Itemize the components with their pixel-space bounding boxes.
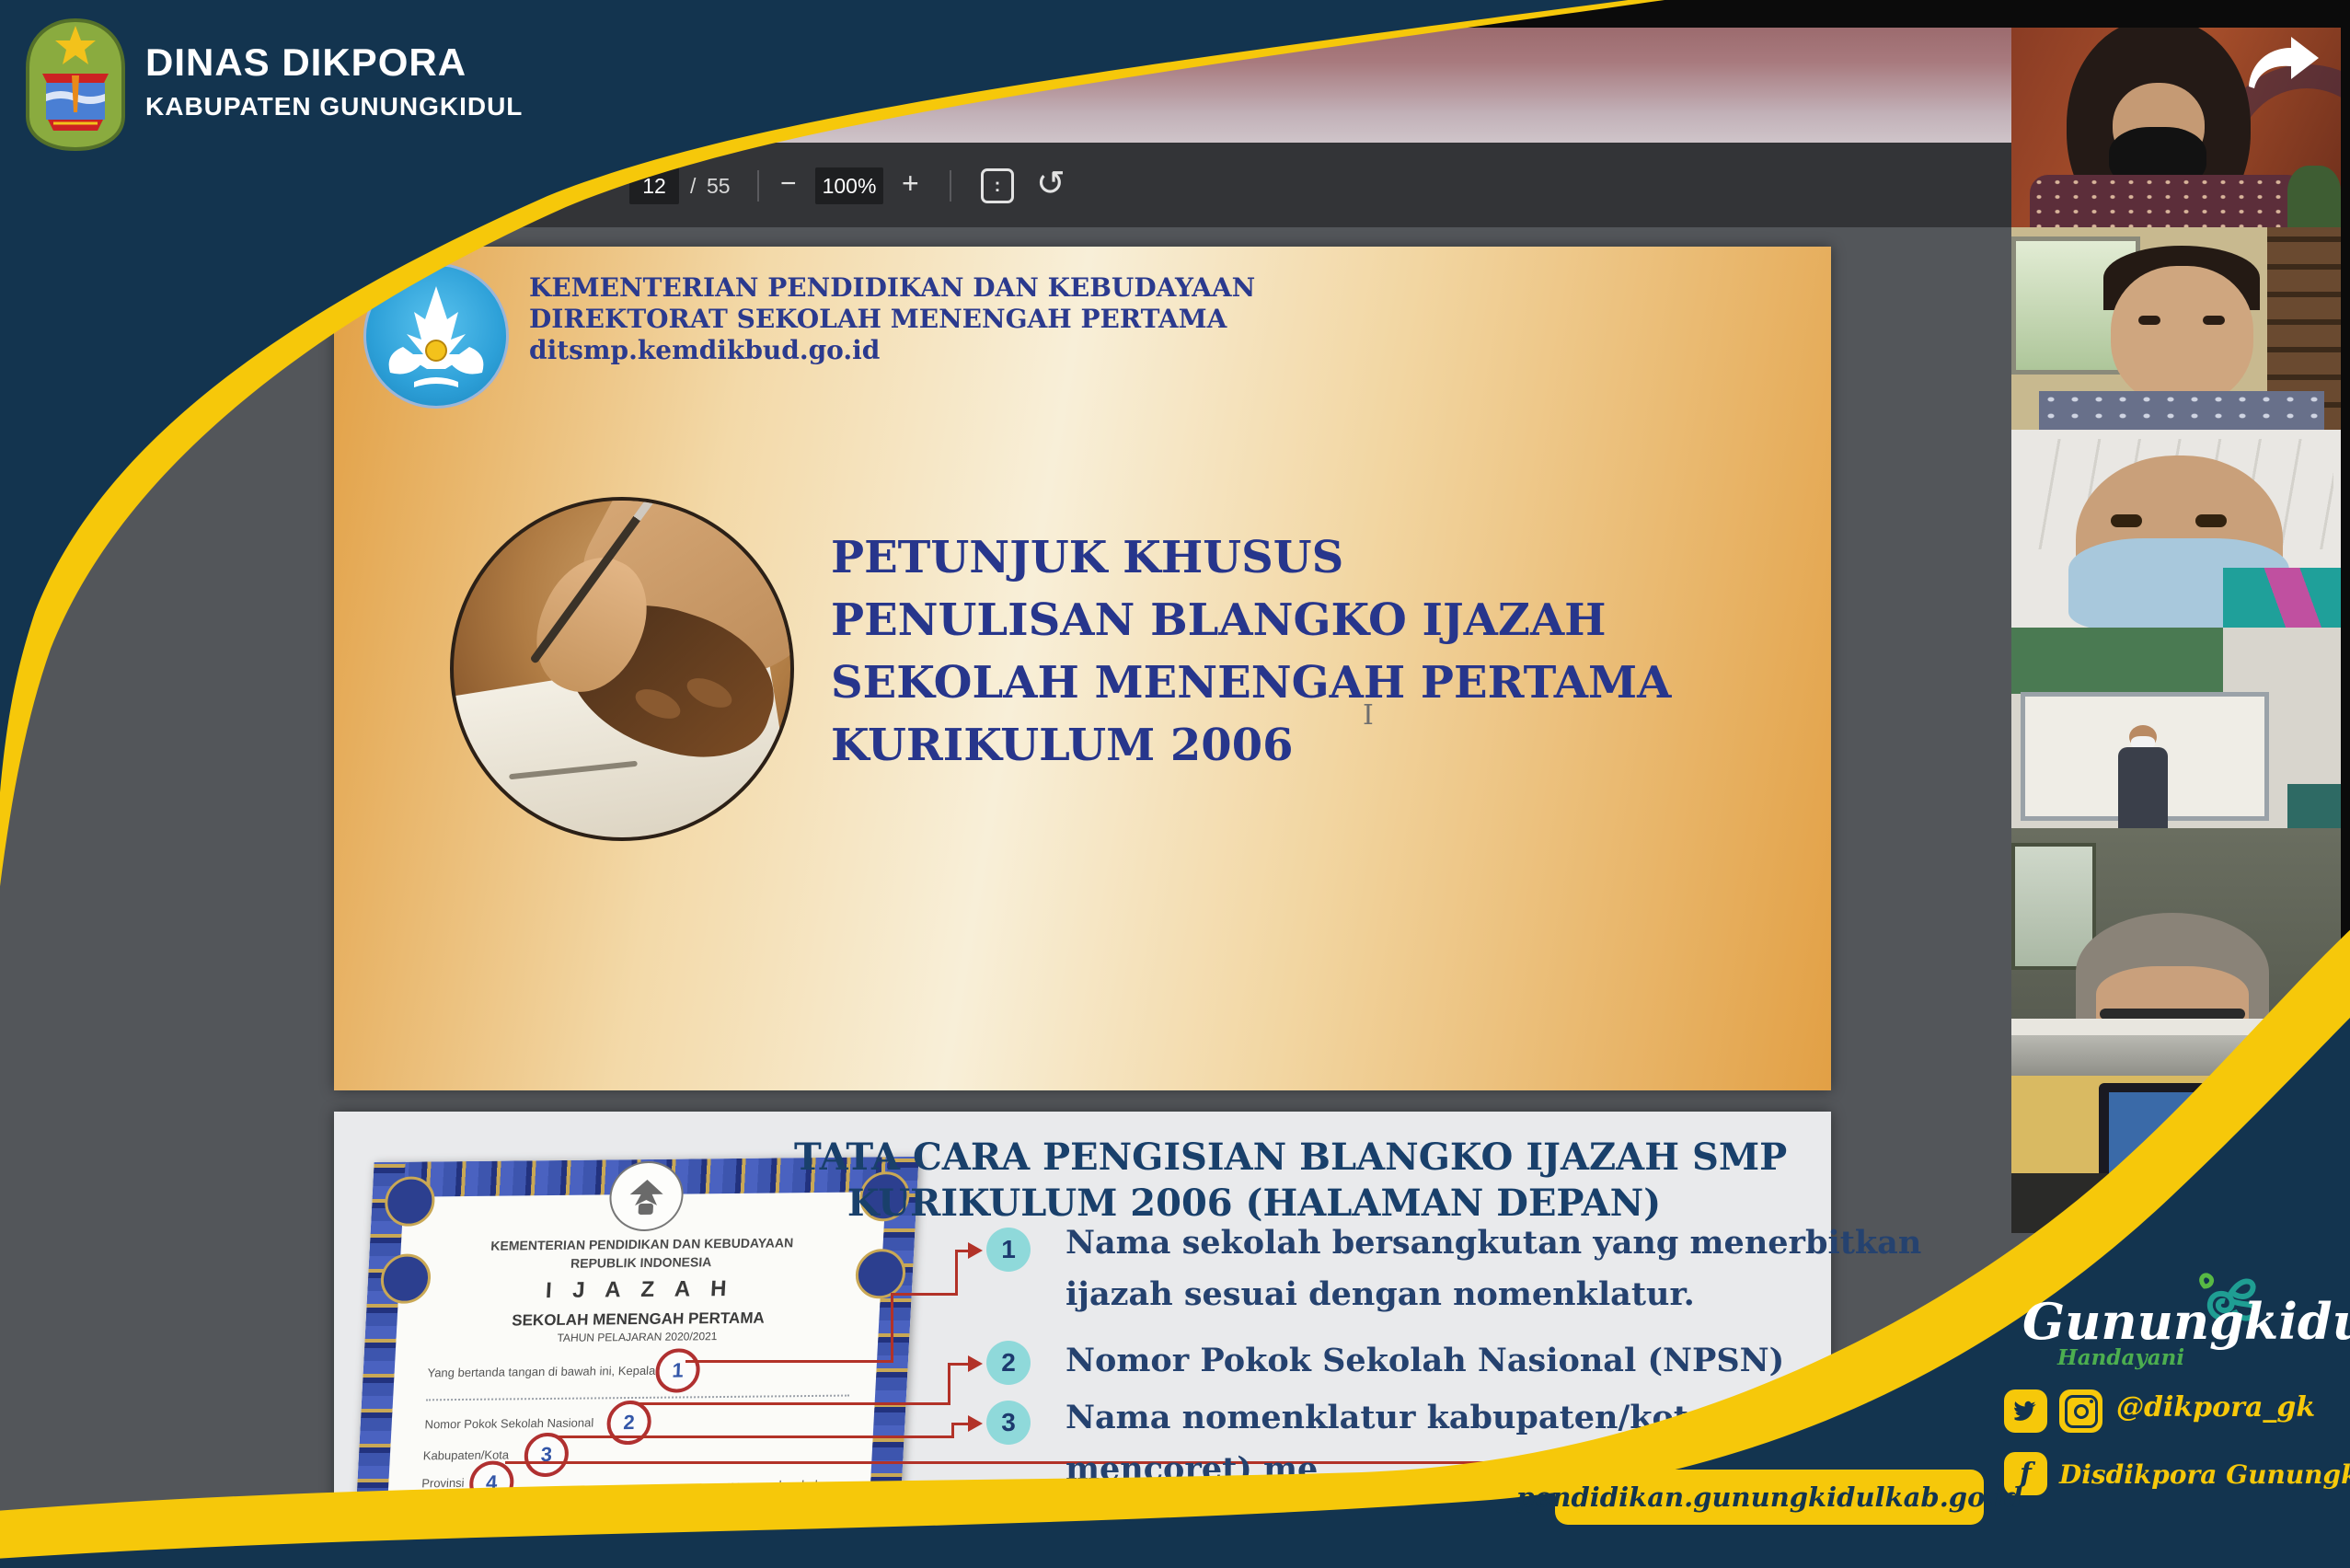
agency-region: KABUPATEN GUNUNGKIDUL — [145, 92, 523, 121]
certificate-callout-4: 4 — [468, 1460, 515, 1505]
connector-arrow-2 — [968, 1355, 983, 1372]
participant-video-1[interactable] — [2011, 28, 2341, 227]
gunungkidul-crest-icon — [20, 17, 131, 153]
guide-title-line1: TATA CARA PENGISIAN BLANGKO IJAZAH SMP — [794, 1136, 1714, 1179]
guide-title-line2: KURIKULUM 2006 (HALAMAN DEPAN) — [794, 1182, 1714, 1225]
certificate-field4-label: Provinsi — [421, 1476, 465, 1490]
hand-writing-photo — [450, 497, 794, 841]
guide-item-1-text: Nama sekolah bersangkutan yang menerbitk… — [1066, 1224, 1921, 1262]
guide-item-2-badge: 2 — [986, 1341, 1031, 1385]
participant-body — [2118, 747, 2168, 828]
connector-arrow-3 — [968, 1415, 983, 1432]
connector-line-3 — [951, 1423, 968, 1425]
instagram-icon — [2059, 1389, 2102, 1433]
pdf-toolbar: 12 / 55 − 100% + : ↺ — [0, 143, 2011, 227]
participant-silhouette — [2168, 1124, 2216, 1188]
guide-item-3-text: Nama nomenklatur kabupaten/kota*) ( — [1066, 1399, 1768, 1436]
social-handle: @dikpora_gk — [2116, 1391, 2315, 1424]
connector-line-1 — [685, 1360, 893, 1363]
connector-line-2 — [948, 1363, 968, 1366]
website-url: pendidikan.gunungkidulkab.go.id — [1516, 1482, 2023, 1513]
zoom-in-button[interactable]: + — [902, 167, 919, 201]
slide-title-line3: SEKOLAH MENENGAH PERTAMA — [831, 657, 1671, 709]
connector-line-1 — [891, 1293, 893, 1363]
participant-video-4[interactable] — [2011, 628, 2341, 828]
background-greenboard — [2011, 628, 2223, 694]
background-fabric — [2287, 784, 2341, 828]
background-whiteboard-edge — [2011, 1019, 2341, 1035]
connector-line-1 — [891, 1293, 957, 1296]
video-letterbox-bar — [0, 0, 2350, 28]
connector-line-2 — [638, 1402, 948, 1405]
background-ceiling — [2011, 1035, 2341, 1076]
video-edge-bar — [2341, 0, 2350, 1178]
brand-name: Gunungkidul — [2022, 1292, 2350, 1351]
certificate-title: I J A Z A H — [366, 1274, 912, 1306]
twitter-icon — [2004, 1389, 2047, 1433]
connector-line-2 — [948, 1363, 950, 1405]
certificate-callout-2: 2 — [605, 1401, 652, 1446]
fit-page-icon[interactable]: : — [981, 168, 1014, 203]
share-arrow-icon — [2243, 35, 2322, 92]
slide-page-12: KEMENTERIAN PENDIDIKAN DAN KEBUDAYAAN DI… — [334, 247, 1831, 1090]
page-number-input[interactable]: 12 — [629, 167, 679, 204]
connector-line-1 — [955, 1250, 968, 1252]
page-total: 55 — [707, 174, 731, 199]
slide-title-line2: PENULISAN BLANGKO IJAZAH — [831, 594, 1607, 646]
toolbar-divider — [757, 170, 759, 202]
slide-title-line1: PETUNJUK KHUSUS — [831, 532, 1343, 583]
participant-video-2[interactable] — [2011, 227, 2341, 430]
ministry-line1: KEMENTERIAN PENDIDIKAN DAN KEBUDAYAAN — [529, 272, 1255, 303]
participant-video-3[interactable] — [2011, 430, 2341, 628]
certificate-field2-label: Nomor Pokok Sekolah Nasional — [424, 1415, 593, 1431]
guide-item-1-badge: 1 — [986, 1228, 1031, 1272]
page-separator: / — [690, 174, 696, 199]
certificate-callout-3: 3 — [524, 1433, 570, 1478]
certificate-ruled-line — [426, 1395, 849, 1401]
zoom-out-button[interactable]: − — [780, 168, 797, 200]
rotate-icon[interactable]: ↺ — [1036, 163, 1066, 204]
guide-item-1-text: ijazah sesuai dengan nomenklatur. — [1066, 1275, 1695, 1313]
website-banner: pendidikan.gunungkidulkab.go.id — [1555, 1470, 1984, 1525]
participant-video-5[interactable] — [2011, 828, 2341, 1035]
connector-line-1 — [955, 1250, 958, 1296]
participant-eye — [2111, 514, 2142, 527]
certificate-ministry-line2: REPUBLIK INDONESIA — [368, 1252, 914, 1273]
certificate-field1-label: Yang bertanda tangan di bawah ini, Kepal… — [427, 1364, 655, 1380]
text-cursor: I — [1363, 699, 1374, 732]
certificate-note: menerangkan bahwa — [725, 1478, 837, 1493]
guide-item-2-text: Nomor Pokok Sekolah Nasional (NPSN) — [1066, 1342, 1784, 1379]
connector-line-4 — [505, 1461, 1563, 1464]
background-desk-items — [2011, 1173, 2113, 1233]
participant-video-6[interactable] — [2011, 1035, 2341, 1233]
connector-line-3 — [559, 1435, 951, 1438]
participant-batik-top — [2030, 175, 2306, 227]
zoom-level-display: 100% — [815, 167, 883, 204]
facebook-name: Disdikpora Gunungkidul — [2059, 1459, 2350, 1490]
connector-arrow-1 — [968, 1242, 983, 1259]
certificate-border-bottom — [352, 1530, 899, 1568]
toolbar-divider — [950, 170, 951, 202]
participant-eye — [2195, 514, 2227, 527]
guide-item-3-badge: 3 — [986, 1401, 1031, 1445]
agency-name: DINAS DIKPORA — [145, 40, 467, 85]
certificate-ministry-line1: KEMENTERIAN PENDIDIKAN DAN KEBUDAYAAN — [369, 1234, 915, 1254]
background-fabric — [2223, 568, 2341, 628]
webinar-screenshot: 12 / 55 − 100% + : ↺ KEMENTERIAN PENDIDI… — [0, 0, 2350, 1568]
tutwuri-handayani-logo-icon — [363, 263, 509, 409]
participant-batik-shirt — [2039, 391, 2324, 430]
background-plant — [2287, 166, 2341, 227]
guide-item-3-text: mencoret) me — [1066, 1450, 1318, 1488]
participant-eye — [2203, 316, 2225, 325]
participant-eye — [2138, 316, 2160, 325]
brand-tagline: Handayani — [2057, 1345, 2184, 1370]
participant-face — [2111, 266, 2253, 406]
certificate-callout-1: 1 — [654, 1348, 701, 1393]
slide-title-line4: KURIKULUM 2006 — [831, 720, 1294, 771]
garuda-emblem-icon — [608, 1161, 685, 1232]
ministry-url: ditsmp.kemdikbud.go.id — [529, 335, 880, 365]
ministry-line2: DIREKTORAT SEKOLAH MENENGAH PERTAMA — [529, 304, 1227, 334]
